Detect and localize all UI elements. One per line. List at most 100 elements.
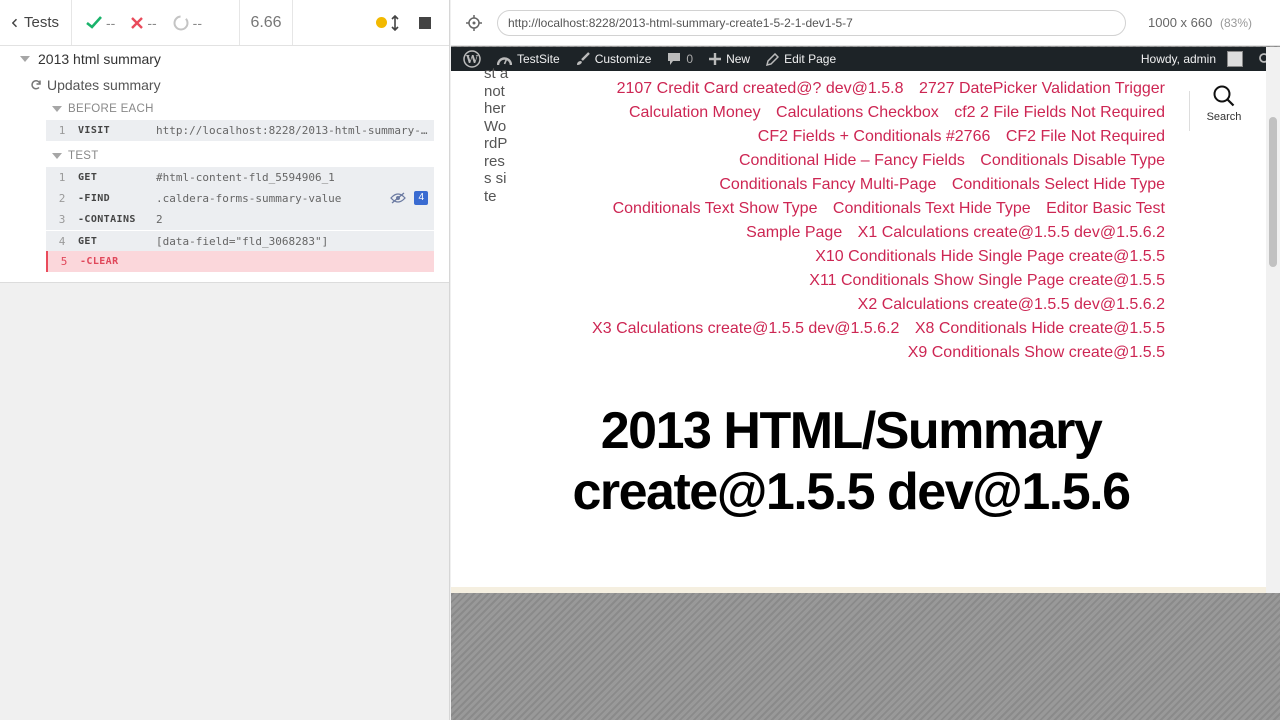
wordpress-logo-icon: W	[463, 50, 481, 68]
menu-link[interactable]: Conditionals Text Show Type	[613, 200, 818, 217]
pending-circle-icon	[173, 15, 189, 30]
command-row[interactable]: 4 GET [data-field="fld_3068283"]	[46, 230, 434, 251]
wp-edit-page-link[interactable]: Edit Page	[758, 47, 844, 71]
test-title-row[interactable]: Updates summary	[0, 72, 449, 98]
new-label: New	[726, 52, 751, 66]
pencil-icon	[766, 52, 780, 66]
customize-label: Customize	[594, 52, 652, 66]
before-each-commands: 1 VISIT http://localhost:8228/2013-html-…	[46, 120, 434, 141]
command-message: #html-content-fld_5594906_1	[156, 171, 335, 184]
failed-stat: --	[131, 15, 157, 31]
aut-url[interactable]: http://localhost:8228/2013-html-summary-…	[497, 9, 1126, 36]
iframe-scrollbar[interactable]	[1266, 47, 1280, 593]
command-message: http://localhost:8228/2013-html-summary-…	[156, 124, 434, 137]
command-name: GET	[78, 172, 98, 183]
menu-link[interactable]: Conditionals Text Hide Type	[833, 200, 1031, 217]
suite-title-row[interactable]: 2013 html summary	[0, 46, 449, 72]
menu-link[interactable]: Conditionals Select Hide Type	[952, 176, 1165, 193]
menu-link[interactable]: cf2 2 File Fields Not Required	[954, 104, 1165, 121]
menu-link[interactable]: Conditionals Disable Type	[980, 152, 1165, 169]
command-number: 1	[58, 171, 66, 184]
menu-link[interactable]: X8 Conditionals Hide create@1.5.5	[915, 320, 1165, 337]
menu-link[interactable]: Editor Basic Test	[1046, 200, 1165, 217]
menu-link[interactable]: X9 Conditionals Show create@1.5.5	[908, 344, 1165, 361]
dashboard-icon	[497, 56, 512, 65]
primary-menu: 2107 Credit Card created@? dev@1.5.8 272…	[535, 77, 1165, 365]
viewport-size: 1000 x 660	[1148, 15, 1213, 30]
test-label: TEST	[68, 150, 99, 162]
command-row[interactable]: 3 -CONTAINS 2	[46, 209, 434, 230]
menu-link[interactable]: Sample Page	[746, 224, 842, 241]
menu-link[interactable]: X2 Calculations create@1.5.5 dev@1.5.6.2	[858, 296, 1165, 313]
command-name: GET	[78, 235, 98, 247]
command-row-failed[interactable]: 5 -CLEAR	[46, 251, 434, 272]
command-name: VISIT	[78, 125, 111, 136]
pending-stat: --	[173, 15, 202, 31]
search-toggle-button[interactable]: Search	[1191, 85, 1257, 123]
selector-playground-button[interactable]	[451, 14, 497, 31]
menu-link[interactable]: 2107 Credit Card created@? dev@1.5.8	[617, 80, 904, 97]
viewport-info: 1000 x 660 (83%)	[1148, 15, 1252, 30]
passed-count: --	[106, 14, 116, 31]
test-hook-label[interactable]: TEST	[0, 145, 449, 167]
menu-link[interactable]: 2727 DatePicker Validation Trigger	[919, 80, 1165, 97]
command-number: 2	[58, 192, 66, 205]
running-indicator	[376, 14, 399, 31]
header-divider	[1189, 91, 1190, 131]
x-icon	[131, 16, 144, 29]
before-each-label: BEFORE EACH	[68, 103, 154, 115]
command-message: 2	[156, 213, 163, 226]
menu-link[interactable]: Calculations Checkbox	[776, 104, 939, 121]
chevron-left-icon	[12, 18, 18, 27]
command-row[interactable]: 1 GET #html-content-fld_5594906_1	[46, 167, 434, 188]
back-label: Tests	[23, 14, 59, 31]
menu-link[interactable]: CF2 Fields + Conditionals #2766	[758, 128, 991, 145]
menu-link[interactable]: Calculation Money	[629, 104, 761, 121]
refresh-icon	[31, 80, 41, 90]
suite-title: 2013 html summary	[38, 51, 161, 67]
aut-url-bar: http://localhost:8228/2013-html-summary-…	[451, 0, 1280, 46]
caret-down-icon	[52, 106, 62, 112]
runner-header: Tests -- -- -- 6.66	[0, 0, 449, 46]
status-dot-icon	[376, 17, 387, 28]
back-to-tests-button[interactable]: Tests	[0, 0, 72, 45]
command-number: 5	[60, 255, 68, 268]
command-row[interactable]: 1 VISIT http://localhost:8228/2013-html-…	[46, 120, 434, 141]
stop-icon[interactable]	[419, 16, 431, 29]
command-name: -CLEAR	[80, 256, 119, 267]
command-name: -CONTAINS	[78, 214, 136, 225]
before-each-hook-label[interactable]: BEFORE EACH	[0, 98, 449, 120]
cypress-app: Tests -- -- -- 6.66 2013 html summary Up…	[0, 0, 1280, 720]
test-commands: 1 GET #html-content-fld_5594906_1 2 -FIN…	[46, 167, 434, 272]
wp-new-content-menu[interactable]: New	[701, 47, 758, 71]
crosshair-icon	[466, 14, 482, 31]
menu-link[interactable]: Conditional Hide – Fancy Fields	[739, 152, 965, 169]
command-row[interactable]: 2 -FIND .caldera-forms-summary-value 4	[46, 188, 434, 209]
menu-link[interactable]: CF2 File Not Required	[1006, 128, 1165, 145]
menu-link[interactable]: X10 Conditionals Hide Single Page create…	[815, 248, 1165, 265]
aut-iframe: W TestSite Customize 0 New Edit Page How…	[451, 47, 1280, 593]
viewport-scale: (83%)	[1219, 16, 1252, 30]
autoscroll-icon[interactable]	[391, 14, 399, 31]
test-stats: -- -- --	[72, 0, 240, 45]
command-number: 3	[58, 213, 66, 226]
edit-page-label: Edit Page	[784, 52, 837, 66]
comments-count: 0	[686, 52, 694, 66]
menu-link[interactable]: X3 Calculations create@1.5.5 dev@1.5.6.2	[592, 320, 899, 337]
duration: 6.66	[240, 0, 293, 45]
site-description: st another WordPress site	[484, 65, 509, 205]
wp-customize-link[interactable]: Customize	[568, 47, 660, 71]
wp-admin-bar: W TestSite Customize 0 New Edit Page How…	[451, 47, 1280, 71]
passed-stat: --	[86, 15, 115, 31]
menu-link[interactable]: X1 Calculations create@1.5.5 dev@1.5.6.2	[858, 224, 1165, 241]
site-content: st another WordPress site 2107 Credit Ca…	[451, 65, 1280, 593]
menu-link[interactable]: Conditionals Fancy Multi-Page	[719, 176, 936, 193]
menu-link[interactable]: X11 Conditionals Show Single Page create…	[809, 272, 1165, 289]
paintbrush-icon	[576, 52, 590, 65]
scrollbar-thumb[interactable]	[1269, 117, 1277, 267]
wp-admin-bar-secondary: Howdy, admin	[1133, 47, 1280, 71]
aut-panel: http://localhost:8228/2013-html-summary-…	[451, 0, 1280, 720]
wp-comments-link[interactable]: 0	[659, 47, 701, 71]
wp-account-menu[interactable]: Howdy, admin	[1133, 47, 1251, 71]
content-bottom-strip	[451, 587, 1266, 593]
